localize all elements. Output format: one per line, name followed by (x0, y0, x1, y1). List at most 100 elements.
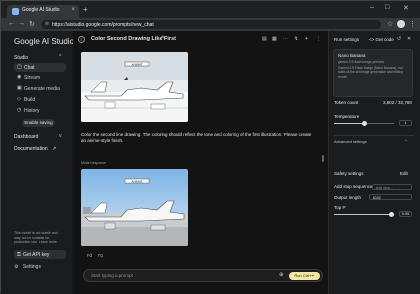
dashboard-section-label[interactable]: Dashboard (14, 134, 38, 140)
address-bar[interactable]: ⊜ https://aistudio.google.com/prompts/ne… (41, 20, 381, 29)
top-p-slider[interactable] (334, 212, 394, 217)
bookmark-star-icon[interactable]: ☆ (387, 20, 393, 28)
thumbs-down-icon[interactable]: 👎︎ (98, 253, 103, 259)
ai-studio-favicon-icon (12, 8, 19, 15)
prompt-placeholder: Start typing a prompt (91, 273, 133, 278)
sidebar-item-history[interactable]: ◷ History (14, 106, 66, 115)
svg-text:ANIMAT: ANIMAT (131, 62, 142, 66)
media-icon: ▣ (17, 85, 22, 91)
browser-tab-strip: Google AI Studio × + – □ ✕ (1, 1, 420, 18)
more-options-icon[interactable]: ⋮ (316, 36, 321, 42)
chat-scrollbar-thumb[interactable] (322, 155, 324, 162)
user-uploaded-image[interactable]: ANIMAT (81, 52, 188, 122)
advanced-settings-label[interactable]: Advanced settings (334, 139, 367, 144)
compare-icon[interactable]: ▤ (262, 36, 267, 42)
new-chat-plus-icon[interactable]: + (305, 36, 308, 42)
new-tab-button[interactable]: + (83, 5, 88, 14)
chat-header: ≡ Color Second Drawing Like First ✎ ▤ ▦ … (73, 31, 328, 48)
top-p-slider-thumb[interactable] (388, 212, 394, 217)
window-close-icon[interactable]: ✕ (403, 4, 409, 12)
close-panel-icon[interactable]: ✕ (407, 36, 411, 42)
browser-toolbar: ← → ↻ ⊜ https://aistudio.google.com/prom… (1, 18, 420, 31)
get-code-button[interactable]: <> Get code (369, 37, 394, 42)
svg-text:ANIMAT: ANIMAT (131, 179, 142, 183)
get-api-key-button[interactable]: ⚿ Get API key (14, 250, 66, 259)
share-icon[interactable]: ⋯ (283, 36, 288, 42)
browser-tab[interactable]: Google AI Studio × (7, 5, 79, 18)
sidebar-item-label: History (24, 108, 40, 114)
enable-saving-button[interactable]: Enable saving (22, 119, 55, 127)
minimize-icon[interactable]: – (370, 4, 374, 11)
run-settings-panel: Run settings <> Get code ↺ ✕ Nano Banana… (328, 31, 420, 294)
chevron-up-icon[interactable]: ^ (405, 138, 407, 143)
browser-window: Google AI Studio × + – □ ✕ ← → ↻ ⊜ https… (0, 0, 420, 294)
sidebar-item-build[interactable]: ◇ Build (14, 95, 66, 104)
gear-icon: ⚙ (14, 264, 19, 270)
prompt-input[interactable]: Start typing a prompt ⊕ Run Ctrl+↵ (83, 269, 323, 282)
site-info-icon[interactable]: ⊜ (45, 21, 49, 27)
back-arrow-icon[interactable]: ← (8, 20, 15, 27)
external-link-icon: ↗ (52, 146, 57, 152)
grid-view-icon[interactable]: ▦ (272, 36, 277, 42)
ai-studio-app: Google AI Studio Studio ^ ▢ Chat ◉ Strea… (1, 31, 420, 294)
reload-icon[interactable]: ↻ (29, 20, 35, 28)
reset-icon[interactable]: ↺ (397, 36, 401, 42)
stream-icon: ◉ (17, 74, 22, 80)
temperature-slider-fill (334, 123, 364, 124)
stop-sequence-input[interactable]: Add stop... (372, 184, 412, 190)
user-prompt-text: Color the second line drawing. The color… (81, 132, 312, 143)
sidebar-item-stream[interactable]: ◉ Stream (14, 73, 66, 82)
app-logo[interactable]: Google AI Studio (14, 37, 74, 46)
left-sidebar: Google AI Studio Studio ^ ▢ Chat ◉ Strea… (1, 31, 74, 294)
model-generated-image[interactable]: ANIMAT (81, 169, 188, 246)
chevron-up-icon[interactable]: ^ (59, 54, 61, 60)
tab-close-icon[interactable]: × (71, 7, 75, 13)
model-selector-card[interactable]: Nano Banana gemini-2.5-flash-image-previ… (333, 49, 413, 97)
model-response-label: Model response (81, 161, 106, 165)
top-p-label: Top P (334, 205, 346, 210)
top-p-input[interactable]: 0.95 (399, 211, 412, 217)
settings-link[interactable]: ⚙ Settings (14, 264, 41, 270)
model-id: gemini-2.5-flash-image-preview (338, 60, 384, 64)
forward-arrow-icon[interactable]: → (18, 20, 25, 27)
sidebar-item-label: Generate media (24, 86, 60, 92)
temperature-slider[interactable] (334, 121, 394, 126)
studio-section-label[interactable]: Studio (14, 55, 28, 61)
key-icon: ⚿ (17, 251, 21, 258)
chat-icon: ▢ (17, 64, 22, 70)
output-length-value: 8192 (373, 196, 381, 200)
documentation-label: Documentation (14, 146, 48, 152)
chevron-down-icon[interactable]: v (59, 133, 62, 139)
sidebar-item-chat[interactable]: ▢ Chat (14, 63, 66, 72)
model-description: Gemini 2.5 Flash Image (Nano Banana), ou… (338, 66, 404, 79)
run-button[interactable]: Run Ctrl+↵ (289, 272, 320, 280)
run-settings-title: Run settings (334, 37, 360, 42)
output-length-input[interactable]: 8192 (369, 194, 412, 200)
top-p-slider-fill (334, 214, 391, 215)
url-text: https://aistudio.google.com/prompts/new_… (52, 22, 154, 28)
browser-menu-icon[interactable]: ⋮ (409, 20, 416, 28)
thumbs-up-icon[interactable]: 👍︎ (87, 253, 92, 259)
divider (334, 135, 414, 136)
add-attachment-icon[interactable]: ⊕ (279, 272, 284, 278)
browser-profile-avatar[interactable] (397, 20, 405, 28)
maximize-icon[interactable]: □ (385, 4, 389, 11)
safety-edit-button[interactable]: Edit (400, 171, 408, 176)
branch-icon[interactable]: ↯ (294, 36, 298, 42)
sidebar-item-generate-media[interactable]: ▣ Generate media (14, 84, 66, 93)
model-name: Nano Banana (338, 53, 366, 58)
token-count-label: Token count (334, 100, 359, 105)
tab-title: Google AI Studio (22, 7, 60, 13)
chat-menu-icon[interactable]: ≡ (78, 36, 85, 43)
api-key-label: Get API key (23, 252, 50, 258)
edit-pencil-icon[interactable]: ✎ (161, 35, 165, 41)
sidebar-item-label: Build (24, 97, 36, 103)
history-icon: ◷ (17, 107, 22, 113)
build-icon: ◇ (17, 96, 21, 102)
temperature-label: Temperature (334, 114, 360, 119)
temperature-slider-thumb[interactable] (361, 121, 367, 126)
output-length-label: Output length (334, 195, 362, 200)
documentation-link[interactable]: Documentation ↗ (14, 146, 56, 152)
token-count-value: 3,802 / 32,768 (383, 100, 412, 105)
temperature-input[interactable]: 1 (399, 120, 412, 126)
